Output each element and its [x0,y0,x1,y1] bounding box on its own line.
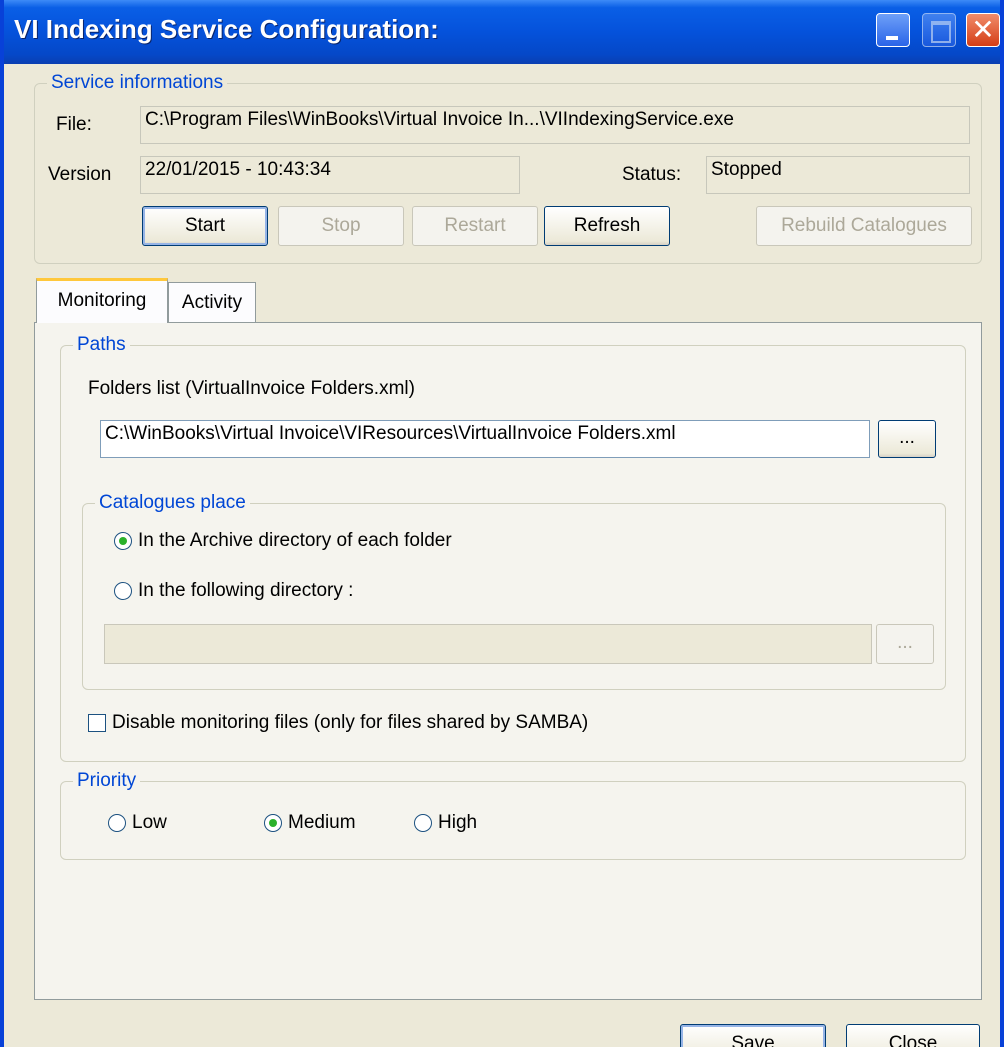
radio-archive-directory-label: In the Archive directory of each folder [138,530,452,551]
maximize-button[interactable] [922,13,956,47]
close-button[interactable]: Close [846,1024,980,1047]
file-label: File: [56,114,92,135]
radio-following-directory[interactable]: In the following directory : [114,580,353,602]
close-window-button[interactable]: ✕ [966,13,1000,47]
catalogue-directory-browse-button[interactable]: ... [876,624,934,664]
disable-monitoring-checkbox[interactable]: Disable monitoring files (only for files… [88,712,588,734]
radio-indicator [414,814,432,832]
radio-priority-high-label: High [438,812,478,833]
catalogue-directory-input[interactable] [104,624,872,664]
version-field: 22/01/2015 - 10:43:34 [140,156,520,194]
minimize-icon [877,14,909,46]
title-bar[interactable]: VI Indexing Service Configuration: ✕ [4,0,1000,64]
radio-priority-low[interactable]: Low [108,812,167,834]
main-window: VI Indexing Service Configuration: ✕ Ser… [0,0,1004,1047]
rebuild-catalogues-button[interactable]: Rebuild Catalogues [756,206,972,246]
radio-priority-low-label: Low [132,812,167,833]
tab-activity[interactable]: Activity [168,282,256,322]
folders-browse-button[interactable]: ... [878,420,936,458]
radio-priority-high[interactable]: High [414,812,477,834]
status-label: Status: [622,164,682,185]
start-button[interactable]: Start [142,206,268,246]
radio-archive-directory[interactable]: In the Archive directory of each folder [114,530,452,552]
priority-group: Priority [60,770,966,860]
save-button[interactable]: Save [680,1024,826,1047]
status-field: Stopped [706,156,970,194]
refresh-button[interactable]: Refresh [544,206,670,246]
checkbox-indicator [88,714,106,732]
folders-list-label: Folders list (VirtualInvoice Folders.xml… [88,378,415,399]
service-info-legend: Service informations [51,72,224,93]
radio-indicator [114,532,132,550]
radio-indicator [108,814,126,832]
radio-following-directory-label: In the following directory : [138,580,354,601]
close-icon: ✕ [971,14,995,45]
version-label: Version [48,164,112,185]
radio-indicator [264,814,282,832]
priority-legend: Priority [77,770,137,791]
restart-button[interactable]: Restart [412,206,538,246]
file-path-field: C:\Program Files\WinBooks\Virtual Invoic… [140,106,970,144]
paths-legend: Paths [77,334,126,355]
window-title: VI Indexing Service Configuration: [14,14,439,44]
radio-priority-medium-label: Medium [288,812,356,833]
radio-priority-medium[interactable]: Medium [264,812,356,834]
radio-indicator [114,582,132,600]
stop-button[interactable]: Stop [278,206,404,246]
tab-monitoring[interactable]: Monitoring [36,278,168,323]
minimize-button[interactable] [876,13,910,47]
disable-monitoring-label: Disable monitoring files (only for files… [112,712,589,733]
folders-list-input[interactable]: C:\WinBooks\Virtual Invoice\VIResources\… [100,420,870,458]
maximize-icon [923,14,955,46]
catalogues-place-legend: Catalogues place [99,492,246,513]
